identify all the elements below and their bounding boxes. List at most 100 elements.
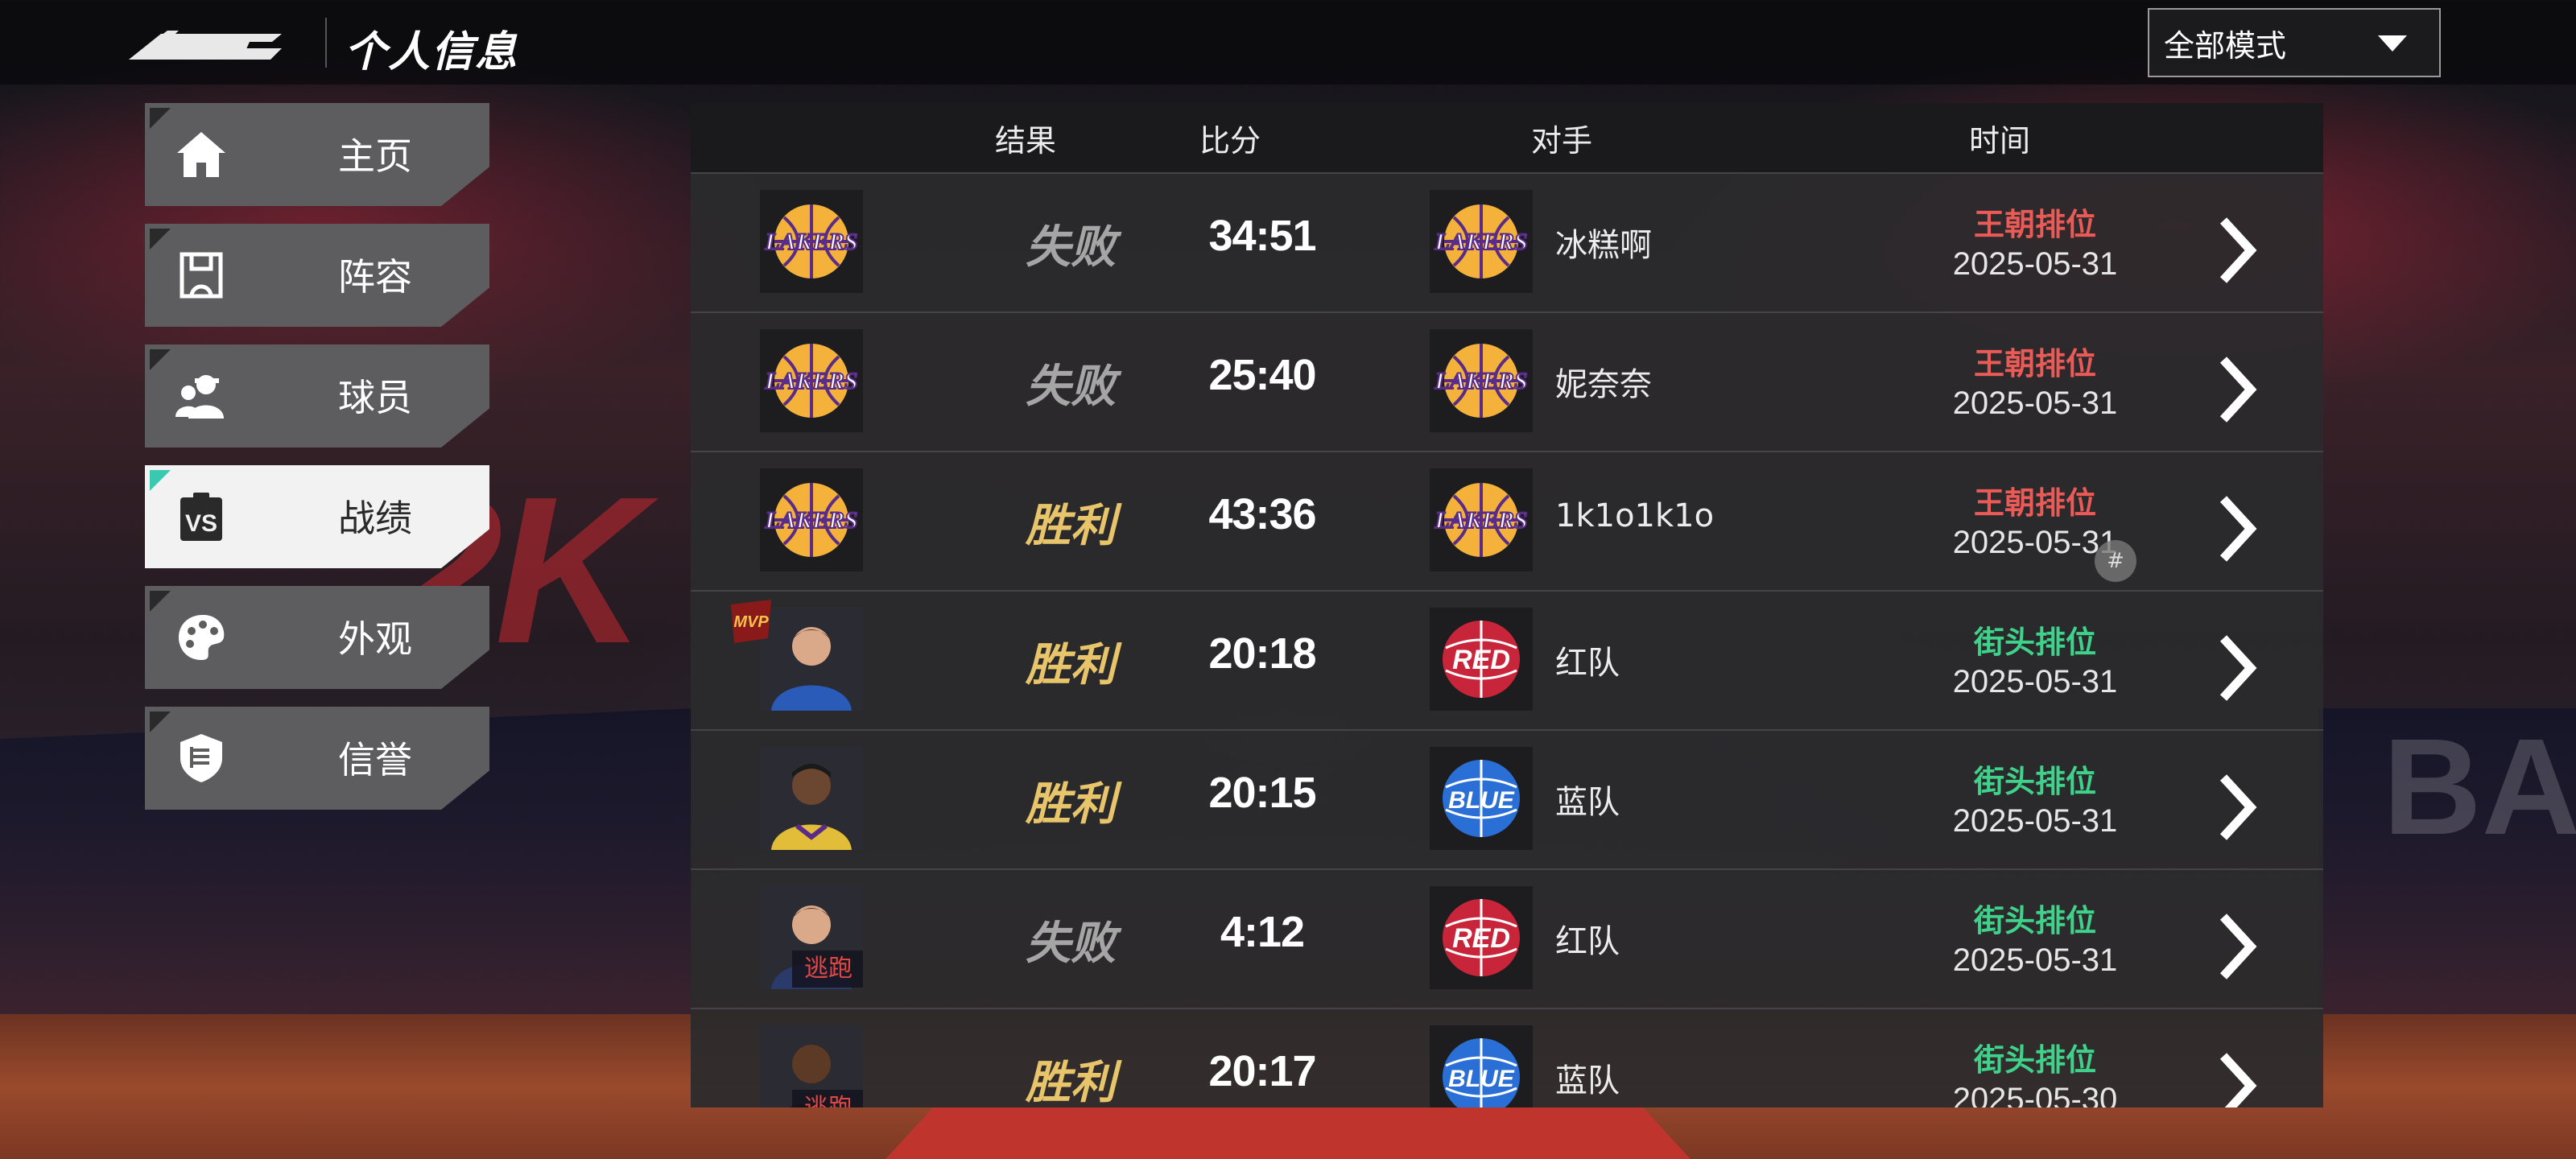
svg-text:LAKERS: LAKERS xyxy=(1434,368,1527,394)
svg-text:LAKERS: LAKERS xyxy=(764,507,857,534)
lakers-logo: LAKERS xyxy=(760,468,863,571)
palette-icon xyxy=(179,615,225,660)
opponent-name: 1k1o1k1o xyxy=(1555,497,1715,534)
svg-text:LAKERS: LAKERS xyxy=(1434,229,1527,255)
chevron-right-icon[interactable] xyxy=(2212,632,2260,704)
game-mode-label: 王朝排位 xyxy=(1973,207,2096,242)
flee-badge: 逃跑 xyxy=(792,951,863,988)
chevron-down-icon xyxy=(2378,35,2407,52)
top-bar: 个人信息 全部模式 xyxy=(0,0,2576,85)
corner-marker xyxy=(150,591,171,612)
vs-clipboard-icon: VS xyxy=(180,493,222,541)
result-label: 胜利 xyxy=(1026,778,1116,831)
chevron-right-icon[interactable] xyxy=(2212,214,2260,287)
sidebar-item-label: 阵容 xyxy=(338,255,412,299)
table-row[interactable]: 逃跑 胜利 20:17 BLUE 蓝队 街头排位 2025-05-30 xyxy=(691,1008,2323,1107)
score-value: 34:51 xyxy=(1208,212,1316,260)
table-row[interactable]: MVP 胜利 20:18 RED 红队 街头排位 2025-05-31 xyxy=(691,590,2323,728)
match-date: 2025-05-30 xyxy=(1952,1082,2118,1107)
score-value: 4:12 xyxy=(1220,908,1305,956)
game-mode-label: 街头排位 xyxy=(1973,764,2096,799)
score-value: 25:40 xyxy=(1208,351,1316,399)
page-title: 个人信息 xyxy=(345,28,519,76)
blue-team-logo: BLUE xyxy=(1430,747,1533,850)
opponent-name: 冰糕啊 xyxy=(1555,227,1652,264)
game-mode-label: 王朝排位 xyxy=(1973,346,2096,382)
background-watermark-right: BA xyxy=(2383,711,2576,864)
sidebar-item-credit[interactable]: 信誉 xyxy=(145,707,489,810)
table-row[interactable]: 逃跑 失败 4:12 RED 红队 街头排位 2025-05-31 xyxy=(691,868,2323,1007)
svg-text:RED: RED xyxy=(1452,645,1510,675)
game-mode-label: 街头排位 xyxy=(1973,625,2096,660)
result-label: 失败 xyxy=(1026,918,1116,970)
chevron-right-icon[interactable] xyxy=(2212,910,2260,983)
match-date: 2025-05-31 xyxy=(1952,942,2118,978)
credit-shield-icon xyxy=(180,734,222,782)
table-row[interactable]: 胜利 20:15 BLUE 蓝队 街头排位 2025-05-31 xyxy=(691,729,2323,868)
table-header: 结果 比分 对手 时间 xyxy=(691,103,2323,172)
lakers-logo: LAKERS xyxy=(1430,190,1533,293)
game-mode-label: 街头排位 xyxy=(1973,903,2096,938)
result-label: 失败 xyxy=(1026,221,1116,274)
chevron-right-icon[interactable] xyxy=(2212,493,2260,565)
result-label: 胜利 xyxy=(1026,1057,1116,1107)
title-divider xyxy=(325,18,327,68)
table-row[interactable]: LAKERS 失败 34:51 LAKERS 冰糕啊 王朝排位 2025-05-… xyxy=(691,172,2323,311)
flee-badge: 逃跑 xyxy=(792,1090,863,1107)
sidebar-item-lineup[interactable]: 阵容 xyxy=(145,224,489,327)
match-date: 2025-05-31 xyxy=(1952,664,2118,699)
mode-filter-value: 全部模式 xyxy=(2164,27,2287,64)
lakers-logo: LAKERS xyxy=(1430,329,1533,432)
opponent-name: 蓝队 xyxy=(1555,1062,1620,1099)
column-header-time: 时间 xyxy=(1969,123,2031,159)
sidebar-item-label: 球员 xyxy=(338,376,412,419)
opponent-name: 红队 xyxy=(1555,923,1620,960)
svg-text:MVP: MVP xyxy=(733,613,769,631)
opponent-name: 红队 xyxy=(1555,645,1620,682)
back-arrow-icon xyxy=(129,31,282,60)
result-label: 失败 xyxy=(1026,361,1116,413)
svg-text:LAKERS: LAKERS xyxy=(1434,507,1527,534)
sidebar-item-label: 外观 xyxy=(338,617,412,661)
corner-marker xyxy=(150,470,171,491)
game-mode-label: 街头排位 xyxy=(1973,1042,2096,1078)
sidebar-item-label: 战绩 xyxy=(338,497,412,540)
sidebar-item-record[interactable]: VS 战绩 xyxy=(145,465,489,568)
players-icon xyxy=(175,375,224,419)
sidebar-item-label: 主页 xyxy=(338,134,412,178)
scroll-handle[interactable]: # xyxy=(2095,540,2136,582)
table-row[interactable]: LAKERS 胜利 43:36 LAKERS 1k1o1k1o 王朝排位 202… xyxy=(691,451,2323,589)
chevron-right-icon[interactable] xyxy=(2212,1050,2260,1107)
blue-team-logo: BLUE xyxy=(1430,1025,1533,1107)
result-label: 胜利 xyxy=(1026,639,1116,691)
sidebar-item-label: 信誉 xyxy=(338,738,412,782)
svg-text:BLUE: BLUE xyxy=(1448,787,1515,814)
sidebar-item-players[interactable]: 球员 xyxy=(145,344,489,448)
player-portrait xyxy=(760,608,863,711)
red-team-logo: RED xyxy=(1430,886,1533,989)
match-date: 2025-05-31 xyxy=(1952,386,2118,421)
sidebar-item-home[interactable]: 主页 xyxy=(145,103,489,206)
match-date: 2025-05-31 xyxy=(1952,246,2118,282)
chevron-right-icon[interactable] xyxy=(2212,771,2260,843)
corner-marker xyxy=(150,108,171,129)
column-header-result: 结果 xyxy=(995,123,1057,159)
sidebar-item-appearance[interactable]: 外观 xyxy=(145,586,489,689)
score-value: 43:36 xyxy=(1208,490,1316,538)
score-value: 20:15 xyxy=(1208,769,1316,817)
background-court-paint xyxy=(886,1107,1690,1159)
corner-marker xyxy=(150,349,171,370)
player-portrait: 逃跑 xyxy=(760,886,863,989)
lakers-logo: LAKERS xyxy=(760,190,863,293)
mvp-badge: MVP xyxy=(731,600,771,643)
back-button[interactable] xyxy=(129,24,282,64)
table-row[interactable]: LAKERS 失败 25:40 LAKERS 妮奈奈 王朝排位 2025-05-… xyxy=(691,311,2323,450)
player-portrait xyxy=(760,747,863,850)
column-header-opponent: 对手 xyxy=(1531,123,1593,159)
svg-text:VS: VS xyxy=(185,510,217,537)
chevron-right-icon[interactable] xyxy=(2212,353,2260,426)
lakers-logo: LAKERS xyxy=(760,329,863,432)
mode-filter-dropdown[interactable]: 全部模式 xyxy=(2148,8,2441,77)
red-team-logo: RED xyxy=(1430,608,1533,711)
corner-marker xyxy=(150,229,171,250)
